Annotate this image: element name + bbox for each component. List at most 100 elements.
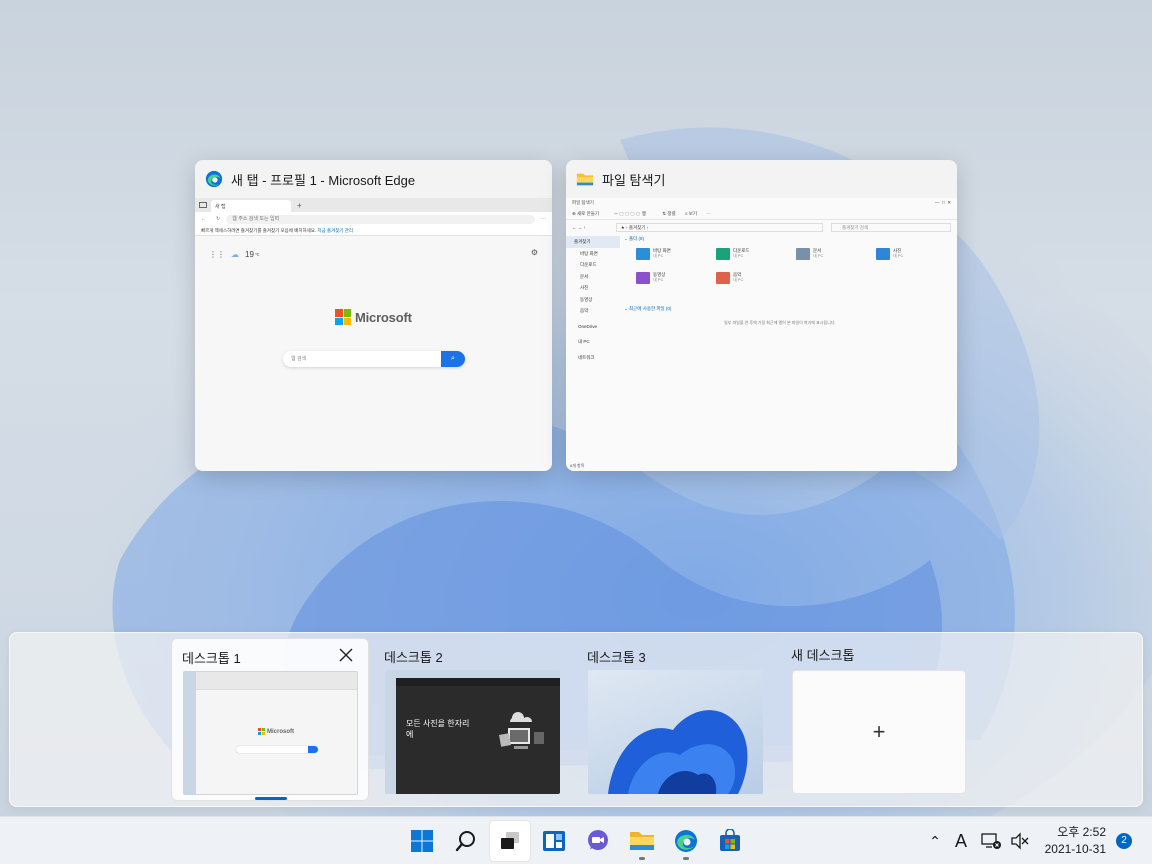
folder-item: 바탕 화면 내 PC — [636, 248, 671, 260]
nav-item-documents: 문서 — [580, 273, 589, 279]
preview-edge-window: Microsoft — [195, 671, 358, 795]
microsoft-logo: Microsoft — [335, 309, 412, 325]
folder-item: 동영상 내 PC — [636, 272, 665, 284]
weather-temp: 19 — [245, 250, 254, 259]
search-button[interactable] — [446, 821, 486, 861]
preview-photos-text: 모든 사진을 한자리에 — [406, 719, 470, 739]
preview-ms-text: Microsoft — [267, 728, 294, 735]
clock-time: 오후 2:52 — [1057, 825, 1106, 839]
explorer-inner-title-text: 파일 탐색기 — [572, 200, 594, 205]
taskbar: ⌃ A 오후 2:52 2021-10-31 2 — [0, 816, 1152, 864]
ime-indicator[interactable]: A — [946, 831, 976, 852]
nav-arrows-icon: ← → ↑ — [572, 224, 586, 230]
folder-sub: 내 PC — [813, 253, 824, 258]
preview-ms-grid-icon — [258, 728, 265, 735]
nav-item-this-pc: 내 PC — [578, 339, 590, 344]
edge-icon — [205, 170, 223, 188]
apps-grid-icon: ⋮⋮ — [209, 250, 225, 259]
edge-button[interactable] — [666, 821, 706, 861]
folder-sub: 내 PC — [893, 253, 904, 258]
favorites-link: 지금 즐겨찾기 관리 — [317, 228, 354, 233]
close-icon[interactable] — [338, 647, 354, 663]
section-recent-label: 최근에 사용한 파일 (0) — [629, 306, 672, 311]
new-desktop[interactable]: 새 데스크톱 + — [781, 638, 979, 801]
explorer-command-bar: ⊕ 새로 만들기 ✂ ▢ ▢ ▢ ▢ 🗑 ⇅ 정렬 ≡ 보기 ··· — [566, 208, 957, 220]
widgets-icon — [543, 831, 565, 851]
task-view-button[interactable] — [490, 821, 530, 861]
folder-sub: 내 PC — [733, 277, 744, 282]
edit-tools-icon: ✂ ▢ ▢ ▢ ▢ 🗑 — [614, 211, 648, 216]
folder-pictures-icon — [876, 248, 890, 260]
plus-icon: + — [872, 719, 886, 744]
web-search-placeholder: 웹 검색 — [291, 356, 307, 362]
start-button[interactable] — [402, 821, 442, 861]
more-icon: ··· — [706, 211, 711, 216]
new-tab-icon: + — [297, 200, 302, 210]
search-icon: ⌕ — [441, 351, 465, 367]
active-desktop-indicator — [255, 797, 287, 800]
explorer-content: 파일 탐색기 — □ ✕ ⊕ 새로 만들기 ✂ ▢ ▢ ▢ ▢ 🗑 ⇅ 정렬 ≡… — [566, 198, 957, 471]
desktop-3[interactable]: 데스크톱 3 — [577, 638, 775, 801]
edge-address-bar: 웹 주소 검색 또는 입력 — [226, 214, 535, 224]
running-indicator — [639, 857, 645, 860]
window-title: 파일 탐색기 — [602, 172, 666, 188]
nav-item-downloads: 다운로드 — [580, 262, 597, 267]
preview-photos-window: 모든 사진을 한자리에 — [396, 678, 560, 794]
clock[interactable]: 오후 2:52 2021-10-31 — [1045, 824, 1106, 858]
system-tray: ⌃ A — [924, 817, 1030, 864]
microsoft-logo-text: Microsoft — [355, 309, 412, 325]
chevron-up-icon[interactable]: ⌃ — [924, 833, 946, 850]
window-thumbnail-file-explorer[interactable]: 파일 탐색기 파일 탐색기 — □ ✕ ⊕ 새로 만들기 ✂ ▢ ▢ ▢ ▢ 🗑… — [566, 160, 957, 471]
nav-item-network: 네트워크 — [578, 354, 595, 360]
folder-music-icon — [716, 272, 730, 284]
window-thumbnail-edge[interactable]: 새 탭 - 프로필 1 - Microsoft Edge 새 탭 + ← ↻ 웹… — [195, 160, 552, 471]
edge-content: 새 탭 + ← ↻ 웹 주소 검색 또는 입력 ··· 빠르게 액세스하려면 즐… — [195, 198, 552, 471]
desktop-2[interactable]: 데스크톱 2 모든 사진을 한자리에 — [374, 638, 572, 801]
new-button-label: 새로 만들기 — [577, 211, 599, 216]
photos-illustration-icon — [499, 712, 544, 749]
explorer-main-pane: ⌄ 폴더 (8) 바탕 화면 내 PC 다운로드 내 PC 문서 내 PC 사진 내 P… — [624, 234, 957, 459]
tab-actions-icon — [199, 202, 207, 208]
view-label: 보기 — [688, 211, 698, 216]
nav-item-music: 음악 — [580, 308, 589, 313]
explorer-nav-pane: 즐겨찾기 바탕 화면 다운로드 문서 사진 동영상 음악 OneDrive 내 … — [566, 234, 620, 459]
recent-empty-text: 일부 파일을 연 후에 가장 최근에 열어 본 파일이 여기에 표시됩니다. — [724, 320, 836, 325]
notification-badge[interactable]: 2 — [1116, 833, 1132, 849]
edge-favorites-bar: 빠르게 액세스하려면 즐겨찾기를 즐겨찾기 모음에 배치하세요. 지금 즐겨찾기… — [195, 226, 552, 236]
folder-sub: 내 PC — [733, 253, 744, 258]
folder-sub: 내 PC — [653, 253, 664, 258]
desktop-3-preview — [588, 670, 763, 794]
widgets-button[interactable] — [534, 821, 574, 861]
edge-new-tab-page: ⋮⋮ ☁ 19 ℃ ⚙ Microsoft 웹 검색 ⌕ — [195, 236, 552, 471]
edge-tab: 새 탭 — [211, 200, 291, 212]
refresh-icon: ↻ — [216, 216, 221, 222]
desktop-label: 데스크톱 2 — [384, 650, 443, 665]
more-icon: ··· — [541, 216, 546, 222]
task-view-icon — [501, 832, 519, 849]
edge-tab-bar: 새 탭 + — [195, 198, 552, 212]
volume-muted-icon[interactable] — [1010, 832, 1030, 850]
new-desktop-label: 새 데스크톱 — [791, 648, 855, 663]
folder-item: 다운로드 내 PC — [716, 248, 750, 260]
explorer-address-bar: ★ › 즐겨찾기 › — [615, 222, 823, 232]
bloom-wallpaper-preview — [608, 710, 748, 794]
store-icon — [720, 829, 740, 851]
explorer-search-box: 즐겨찾기 검색 — [831, 222, 951, 232]
settings-gear-icon: ⚙ — [530, 248, 538, 257]
folder-downloads-icon — [716, 248, 730, 260]
window-title-bar: 파일 탐색기 — [566, 160, 957, 198]
explorer-status: 6개 항목 — [570, 463, 585, 468]
network-disconnected-icon[interactable] — [980, 832, 1002, 850]
section-recent: ⌄ 최근에 사용한 파일 (0) — [624, 306, 672, 311]
store-button[interactable] — [710, 821, 750, 861]
new-desktop-button[interactable]: + — [792, 670, 966, 794]
desktop-2-preview: 모든 사진을 한자리에 — [385, 670, 560, 794]
desktop-1[interactable]: 데스크톱 1 Microsoft — [171, 638, 369, 801]
nav-item-videos: 동영상 — [580, 296, 593, 302]
edge-web-search: 웹 검색 ⌕ — [283, 351, 465, 367]
windows-logo-icon — [411, 830, 433, 852]
running-indicator — [683, 857, 689, 860]
chat-button[interactable] — [578, 821, 618, 861]
folder-item: 문서 내 PC — [796, 248, 823, 260]
file-explorer-button[interactable] — [622, 821, 662, 861]
